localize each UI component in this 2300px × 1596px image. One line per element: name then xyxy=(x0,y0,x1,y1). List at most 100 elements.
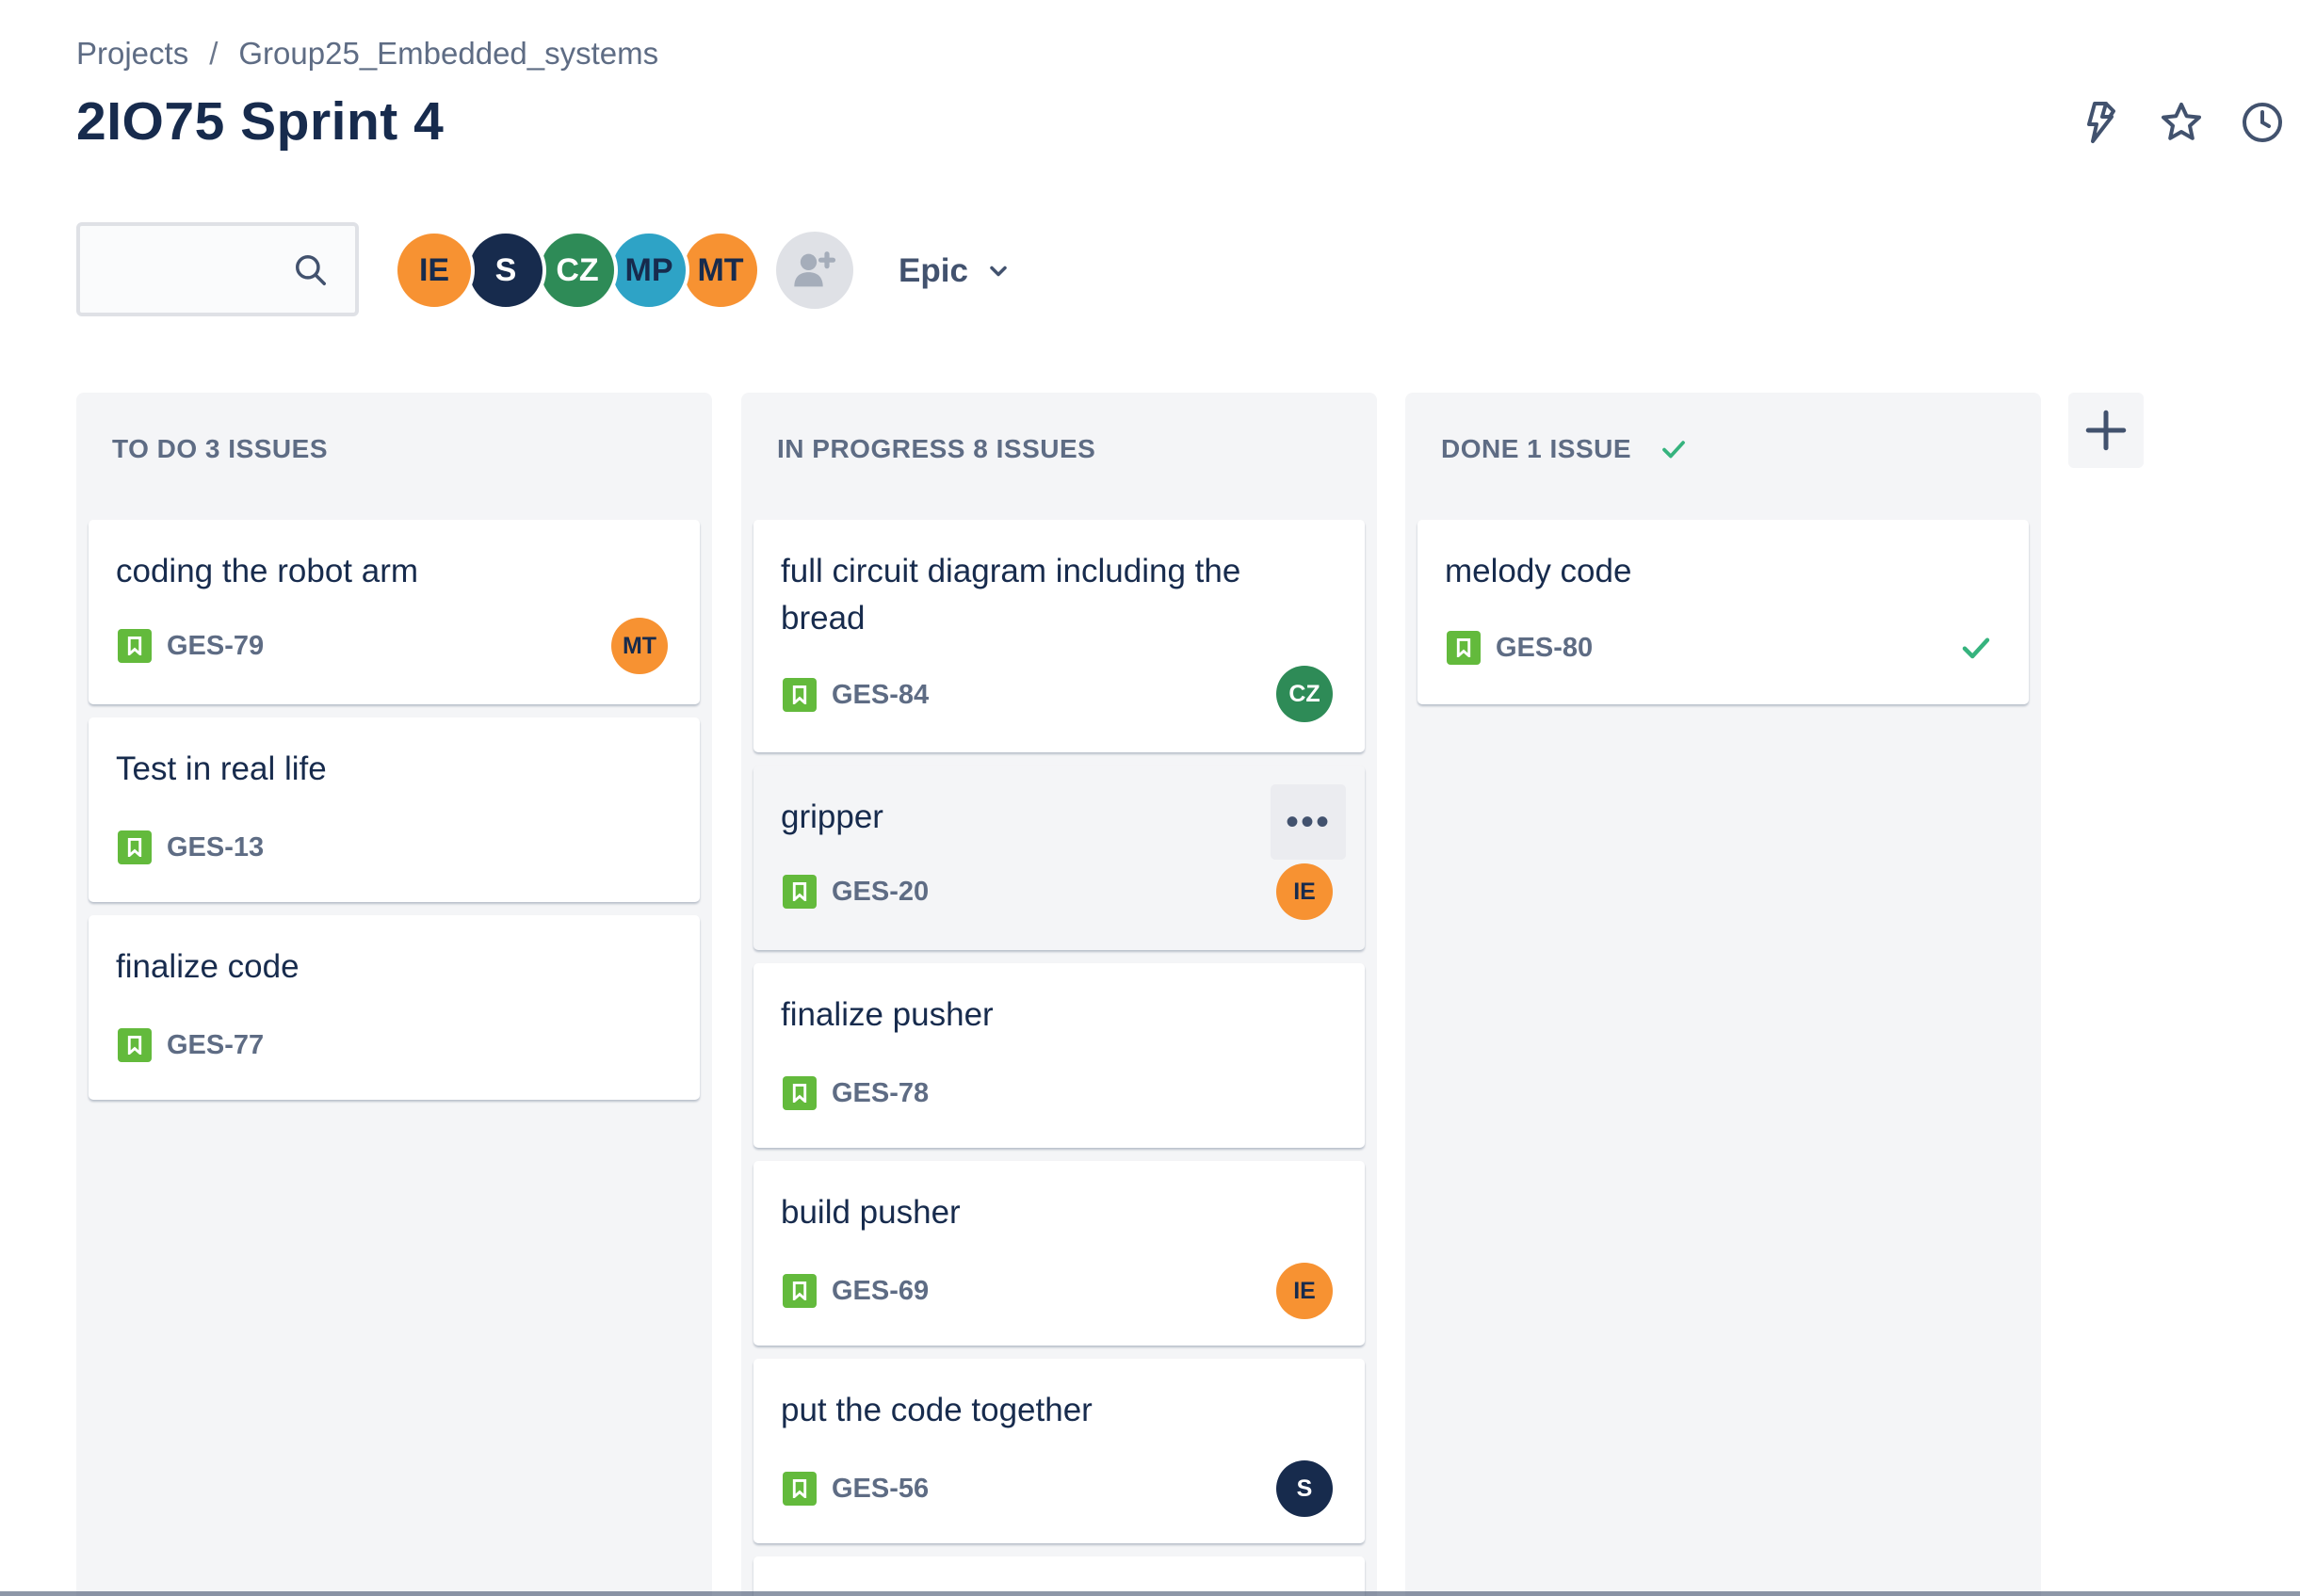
avatar-initials: CZ xyxy=(1288,680,1320,707)
column-todo: TO DO 3 ISSUES coding the robot arm GES-… xyxy=(76,393,712,1596)
issue-key[interactable]: GES-56 xyxy=(832,1474,929,1505)
avatar-initials: IE xyxy=(418,251,450,288)
star-icon[interactable] xyxy=(2159,100,2204,145)
issue-card[interactable]: coding the robot arm GES-79 MT xyxy=(89,520,700,704)
assignee-avatar[interactable]: S xyxy=(1276,1460,1333,1517)
check-icon xyxy=(1962,637,1990,659)
card-title: melody code xyxy=(1445,553,1632,589)
story-icon xyxy=(118,1028,152,1062)
board-page: Projects / Group25_Embedded_systems 2IO7… xyxy=(0,0,2300,1596)
column-header: TO DO 3 ISSUES xyxy=(112,434,328,464)
epic-filter-dropdown[interactable]: Epic xyxy=(899,247,1012,296)
avatar-initials: MT xyxy=(697,251,744,288)
check-icon xyxy=(1662,441,1685,459)
add-people-button[interactable] xyxy=(776,232,853,309)
issue-key[interactable]: GES-80 xyxy=(1496,633,1593,664)
issue-card[interactable] xyxy=(753,1556,1365,1596)
issue-card[interactable]: build pusher GES-69 IE xyxy=(753,1161,1365,1346)
issue-card[interactable]: Test in real life GES-13 xyxy=(89,717,700,902)
card-title: full circuit diagram including the bread xyxy=(781,553,1241,637)
avatar-initials: IE xyxy=(1293,1277,1316,1304)
card-title: gripper xyxy=(781,798,883,835)
card-title: finalize pusher xyxy=(781,996,994,1033)
card-key: GES-79 xyxy=(118,629,264,663)
card-key: GES-20 xyxy=(783,875,929,909)
card-key: GES-77 xyxy=(118,1028,264,1062)
page-title: 2IO75 Sprint 4 xyxy=(76,91,445,152)
issue-card[interactable]: full circuit diagram including the bread… xyxy=(753,520,1365,752)
card-title: build pusher xyxy=(781,1194,961,1231)
issue-key[interactable]: GES-84 xyxy=(832,680,929,711)
column-header: DONE 1 ISSUE xyxy=(1441,434,1688,464)
avatar-initials: MP xyxy=(624,251,673,288)
plus-icon xyxy=(2085,410,2127,451)
breadcrumb-separator: / xyxy=(209,36,219,71)
search-icon xyxy=(296,255,326,285)
card-title: put the code together xyxy=(781,1392,1093,1428)
story-icon xyxy=(783,1472,817,1506)
epic-filter-label: Epic xyxy=(899,252,968,289)
card-key: GES-80 xyxy=(1447,631,1593,665)
card-title: Test in real life xyxy=(116,750,327,787)
assignee-avatar[interactable]: MT xyxy=(611,618,668,674)
avatar-filter[interactable]: CZ xyxy=(537,230,618,311)
avatar-initials: S xyxy=(1296,1475,1313,1502)
issue-card[interactable]: melody code GES-80 xyxy=(1417,520,2029,704)
story-icon xyxy=(783,875,817,909)
more-actions-button[interactable]: ••• xyxy=(1271,784,1346,860)
breadcrumb-projects-link[interactable]: Projects xyxy=(76,36,188,72)
more-icon: ••• xyxy=(1285,800,1331,843)
column-title: DONE 1 ISSUE xyxy=(1441,434,1632,463)
assignee-avatar[interactable]: IE xyxy=(1276,863,1333,920)
breadcrumb-project-link[interactable]: Group25_Embedded_systems xyxy=(238,36,658,72)
issue-key[interactable]: GES-78 xyxy=(832,1078,929,1109)
column-title: TO DO 3 ISSUES xyxy=(112,434,328,463)
assignee-avatar[interactable]: IE xyxy=(1276,1263,1333,1319)
card-key: GES-69 xyxy=(783,1274,929,1308)
lightning-icon[interactable] xyxy=(2078,100,2123,145)
issue-key[interactable]: GES-77 xyxy=(167,1030,264,1061)
issue-card[interactable]: put the code together GES-56 S xyxy=(753,1359,1365,1543)
story-icon xyxy=(118,830,152,864)
breadcrumb: Projects / Group25_Embedded_systems xyxy=(76,36,658,72)
avatar-filter[interactable]: S xyxy=(465,230,546,311)
clock-icon[interactable] xyxy=(2240,100,2285,145)
card-key: GES-84 xyxy=(783,678,929,712)
column-title: IN PROGRESS 8 ISSUES xyxy=(777,434,1096,463)
avatar-initials: IE xyxy=(1293,878,1316,905)
search-field[interactable] xyxy=(76,222,359,316)
column-done: DONE 1 ISSUE melody code GES-80 xyxy=(1405,393,2041,1596)
issue-card[interactable]: gripper ••• GES-20 IE xyxy=(753,766,1365,950)
issue-key[interactable]: GES-79 xyxy=(167,631,264,662)
avatar-initials: MT xyxy=(622,632,657,659)
issue-card[interactable]: finalize pusher GES-78 xyxy=(753,963,1365,1148)
avatar-filter[interactable]: MT xyxy=(680,230,761,311)
avatar-filter[interactable]: IE xyxy=(394,230,475,311)
story-icon xyxy=(783,1274,817,1308)
issue-card[interactable]: finalize code GES-77 xyxy=(89,915,700,1100)
card-key: GES-13 xyxy=(118,830,264,864)
assignee-filter-avatars: IE S CZ MP MT xyxy=(394,230,761,311)
avatar-initials: S xyxy=(494,251,517,288)
header-actions xyxy=(2074,94,2300,154)
issue-key[interactable]: GES-69 xyxy=(832,1276,929,1307)
card-key: GES-56 xyxy=(783,1472,929,1506)
avatar-initials: CZ xyxy=(556,251,599,288)
story-icon xyxy=(783,1076,817,1110)
card-key: GES-78 xyxy=(783,1076,929,1110)
story-icon xyxy=(783,678,817,712)
add-person-icon xyxy=(794,251,836,287)
assignee-avatar[interactable]: CZ xyxy=(1276,666,1333,722)
avatar-filter[interactable]: MP xyxy=(608,230,689,311)
chevron-down-icon xyxy=(990,266,1007,277)
card-title: finalize code xyxy=(116,948,300,985)
story-icon xyxy=(118,629,152,663)
issue-key[interactable]: GES-13 xyxy=(167,832,264,863)
card-title: coding the robot arm xyxy=(116,553,419,589)
column-header: IN PROGRESS 8 ISSUES xyxy=(777,434,1095,464)
column-in-progress: IN PROGRESS 8 ISSUES full circuit diagra… xyxy=(741,393,1377,1596)
add-column-button[interactable] xyxy=(2068,393,2144,468)
story-icon xyxy=(1447,631,1481,665)
issue-key[interactable]: GES-20 xyxy=(832,877,929,908)
search-input[interactable] xyxy=(95,239,283,298)
